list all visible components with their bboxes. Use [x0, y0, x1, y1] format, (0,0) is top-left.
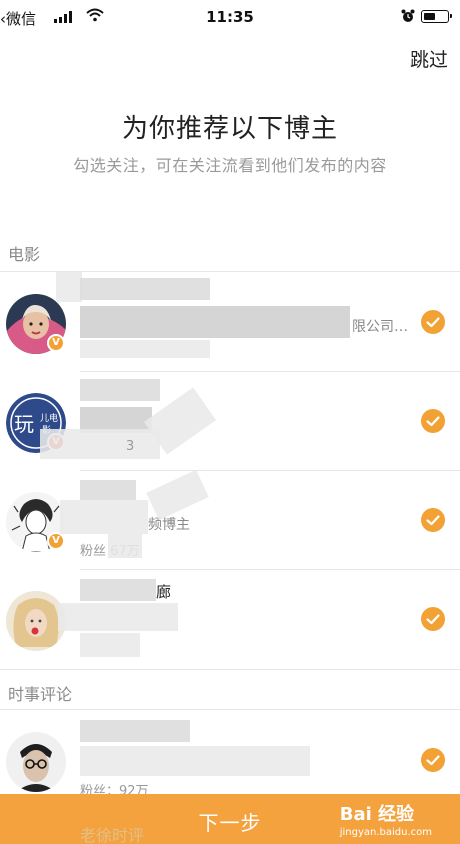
skip-button[interactable]: 跳过: [410, 45, 448, 72]
check-icon[interactable]: [421, 748, 445, 772]
status-time: 11:35: [206, 8, 254, 26]
divider: [0, 669, 460, 670]
blogger-row[interactable]: 玩 儿电 影 V 3: [0, 371, 460, 470]
page-title: 为你推荐以下博主: [121, 114, 338, 144]
svg-text:玩: 玩: [14, 412, 34, 436]
man-glasses-avatar[interactable]: [6, 732, 66, 792]
blogger-row[interactable]: V 频博主 粉丝 67万: [0, 469, 460, 569]
verified-badge-icon: V: [47, 334, 65, 352]
blogger-desc: 频博主: [148, 517, 190, 533]
svg-text:儿电: 儿电: [40, 412, 58, 424]
baidu-watermark: Bai 经验 jingyan.baidu.com: [340, 800, 432, 838]
check-icon[interactable]: [421, 607, 445, 631]
check-icon[interactable]: [421, 310, 445, 334]
watermark-main: Bai 经验: [339, 804, 415, 825]
battery-icon: [421, 10, 452, 23]
page-subtitle: 勾选关注，可在关注流看到他们发布的内容: [73, 156, 387, 175]
next-step-bar[interactable]: 老徐时评 下一步 Bai 经验 jingyan.baidu.com: [0, 794, 460, 844]
blogger-desc: 限公司…: [352, 319, 408, 335]
watermark-sub: jingyan.baidu.com: [339, 827, 432, 838]
blogger-row[interactable]: V 限公司…: [0, 272, 460, 371]
check-icon[interactable]: [421, 508, 445, 532]
blogger-row[interactable]: 廊: [0, 569, 460, 668]
alarm-icon: [401, 9, 415, 22]
section-title-movie: 电影: [8, 245, 41, 264]
blonde-woman-avatar[interactable]: [6, 591, 66, 651]
blogger-fans: 3: [126, 439, 135, 454]
verified-badge-icon: V: [47, 532, 65, 550]
check-icon[interactable]: [421, 409, 445, 433]
status-bar: ‹微信 11:35: [0, 0, 460, 34]
section-title-commentary: 时事评论: [8, 685, 73, 704]
blogger-name: 廊: [156, 583, 172, 601]
